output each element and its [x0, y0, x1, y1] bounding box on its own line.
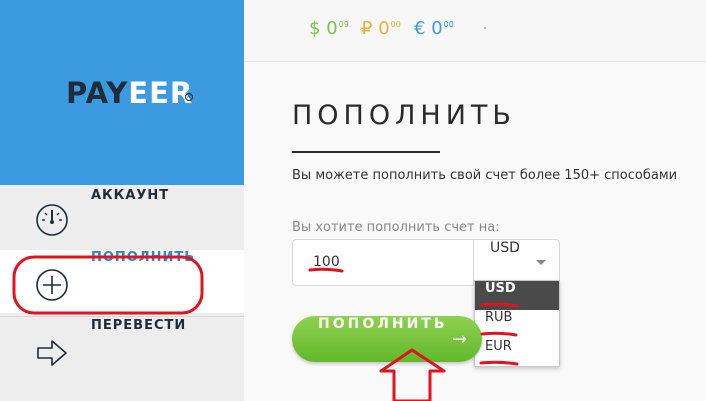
chevron-down-icon — [536, 260, 546, 265]
currency-symbol: $ — [309, 18, 321, 39]
deposit-submit-label: ПОПОЛНИТЬ — [318, 316, 448, 332]
balance-cents: 00 — [443, 20, 454, 29]
sidebar-divider — [0, 316, 244, 317]
logo-text-main: PAY — [66, 76, 129, 110]
sidebar-item-label: АККАУНТ — [91, 188, 170, 203]
currency-select-value: USD — [490, 240, 520, 256]
sidebar-item-label: ПЕРЕВЕСТИ — [91, 318, 187, 333]
sidebar-item-deposit[interactable]: ПОПОЛНИТЬ — [0, 250, 244, 313]
balance-cents: 00 — [390, 20, 401, 29]
sidebar-item-account[interactable]: АККАУНТ — [0, 188, 244, 251]
deposit-panel: ПОПОЛНИТЬ Вы можете пополнить свой счет … — [244, 62, 706, 401]
balance-cents: 09 — [338, 20, 349, 29]
speedometer-icon — [36, 204, 68, 236]
balance-bar: $ 009 ₽ 000 € 000 — [244, 0, 706, 62]
plus-circle-icon — [36, 269, 68, 301]
currency-option-rub[interactable]: RUB — [475, 310, 559, 339]
arrow-right-icon: → — [452, 329, 468, 350]
currency-option-eur[interactable]: EUR — [475, 339, 559, 368]
registered-mark-icon: R — [185, 93, 193, 101]
currency-dropdown: USD RUB EUR — [474, 280, 560, 367]
balance-whole: 0 — [326, 18, 338, 39]
payeer-logo[interactable]: PAYEER — [66, 76, 193, 110]
balance-rub[interactable]: ₽ 000 — [361, 18, 401, 39]
title-underline — [292, 151, 440, 153]
sidebar: PAYEER R АККАУНТ ПОПОЛНИТЬ ПЕРЕВЕСТИ — [0, 0, 244, 401]
balance-usd[interactable]: $ 009 — [309, 18, 349, 39]
currency-symbol: € — [414, 18, 426, 39]
currency-option-usd[interactable]: USD — [475, 281, 559, 310]
page-title: ПОПОЛНИТЬ — [292, 100, 516, 131]
page-description: Вы можете пополнить свой счет более 150+… — [292, 168, 678, 183]
brand-panel: PAYEER R — [0, 0, 244, 185]
deposit-submit-button[interactable]: ПОПОЛНИТЬ → — [292, 316, 482, 362]
balance-whole: 0 — [378, 18, 390, 39]
arrow-right-icon — [37, 340, 67, 366]
amount-input[interactable]: 100 — [292, 239, 474, 286]
sidebar-item-label: ПОПОЛНИТЬ — [91, 250, 196, 265]
balance-whole: 0 — [431, 18, 443, 39]
balance-eur[interactable]: € 000 — [414, 18, 454, 39]
amount-label: Вы хотите пополнить счет на: — [292, 220, 500, 235]
separator-dot — [484, 27, 486, 29]
sidebar-item-transfer[interactable]: ПЕРЕВЕСТИ — [0, 318, 244, 381]
payeer-page: PAYEER R АККАУНТ ПОПОЛНИТЬ ПЕРЕВЕСТИ $ 0… — [0, 0, 706, 401]
logo-text-accent: EER — [128, 76, 194, 110]
currency-select[interactable]: USD — [473, 239, 560, 286]
currency-symbol: ₽ — [361, 18, 373, 39]
